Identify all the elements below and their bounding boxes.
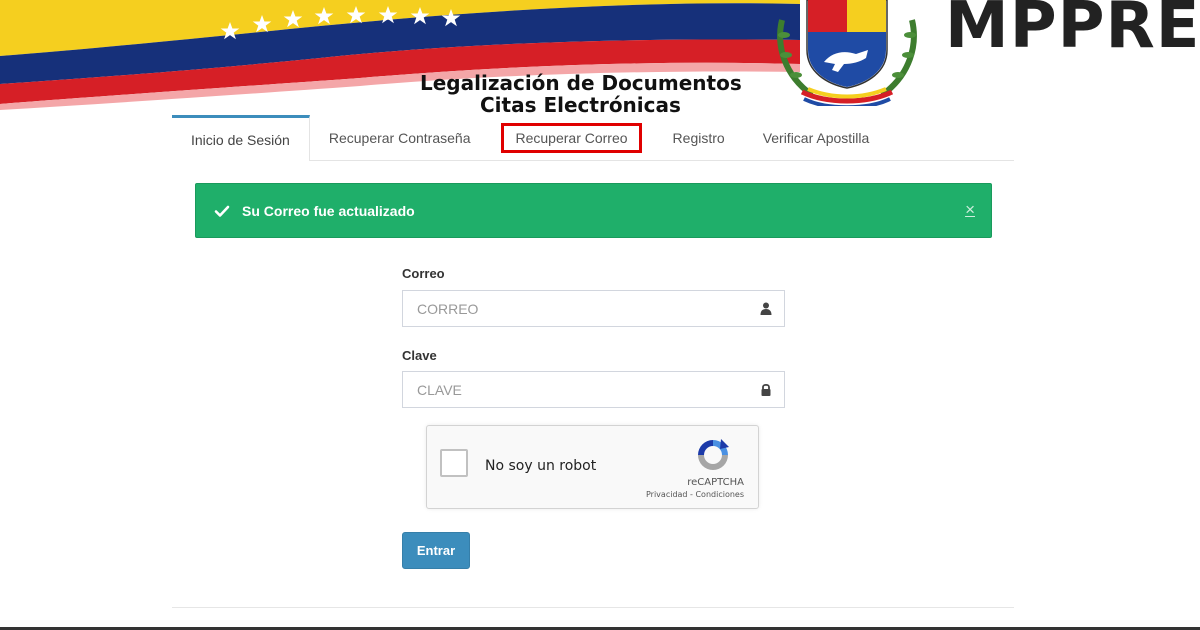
check-icon [214, 205, 230, 217]
tab-recover-email-label: Recuperar Correo [501, 122, 642, 153]
email-field[interactable] [403, 291, 747, 326]
alert-message: Su Correo fue actualizado [242, 202, 415, 219]
auth-panel: Inicio de Sesión Recuperar Contraseña Re… [172, 115, 1014, 608]
recaptcha-privacy-terms-link[interactable]: Privacidad - Condiciones [646, 490, 744, 499]
page-title-line-2: Citas Electrónicas [480, 93, 681, 117]
tab-register[interactable]: Registro [654, 115, 744, 160]
password-field[interactable] [403, 372, 747, 407]
coat-of-arms-emblem [777, 0, 917, 106]
tab-recover-password[interactable]: Recuperar Contraseña [310, 115, 490, 160]
tab-login[interactable]: Inicio de Sesión [172, 115, 310, 161]
close-icon[interactable]: × [965, 200, 975, 220]
tab-verify-apostille-label: Verificar Apostilla [762, 129, 870, 146]
ministry-logo-text: MPPRE [945, 0, 1200, 63]
user-icon [760, 302, 772, 315]
password-label: Clave [402, 348, 437, 363]
tab-recover-password-label: Recuperar Contraseña [328, 129, 471, 146]
success-alert: Su Correo fue actualizado × [195, 183, 992, 238]
recaptcha-brand: reCAPTCHA [687, 477, 744, 488]
tab-verify-apostille[interactable]: Verificar Apostilla [744, 115, 889, 160]
recaptcha-checkbox[interactable] [440, 449, 468, 477]
recaptcha-label: No soy un robot [485, 458, 597, 474]
tab-bar: Inicio de Sesión Recuperar Contraseña Re… [172, 115, 1014, 161]
tab-recover-email[interactable]: Recuperar Correo [501, 115, 642, 160]
tab-register-label: Registro [672, 129, 725, 146]
password-field-wrapper [402, 371, 785, 408]
tab-login-label: Inicio de Sesión [191, 131, 290, 148]
recaptcha-icon [698, 439, 729, 470]
page-title-line-1: Legalización de Documentos [420, 71, 742, 95]
lock-icon [761, 384, 771, 396]
login-button[interactable]: Entrar [402, 532, 470, 569]
email-field-wrapper [402, 290, 785, 327]
email-label: Correo [402, 266, 445, 281]
recaptcha-widget: No soy un robot reCAPTCHA Privacidad - C… [426, 425, 759, 509]
